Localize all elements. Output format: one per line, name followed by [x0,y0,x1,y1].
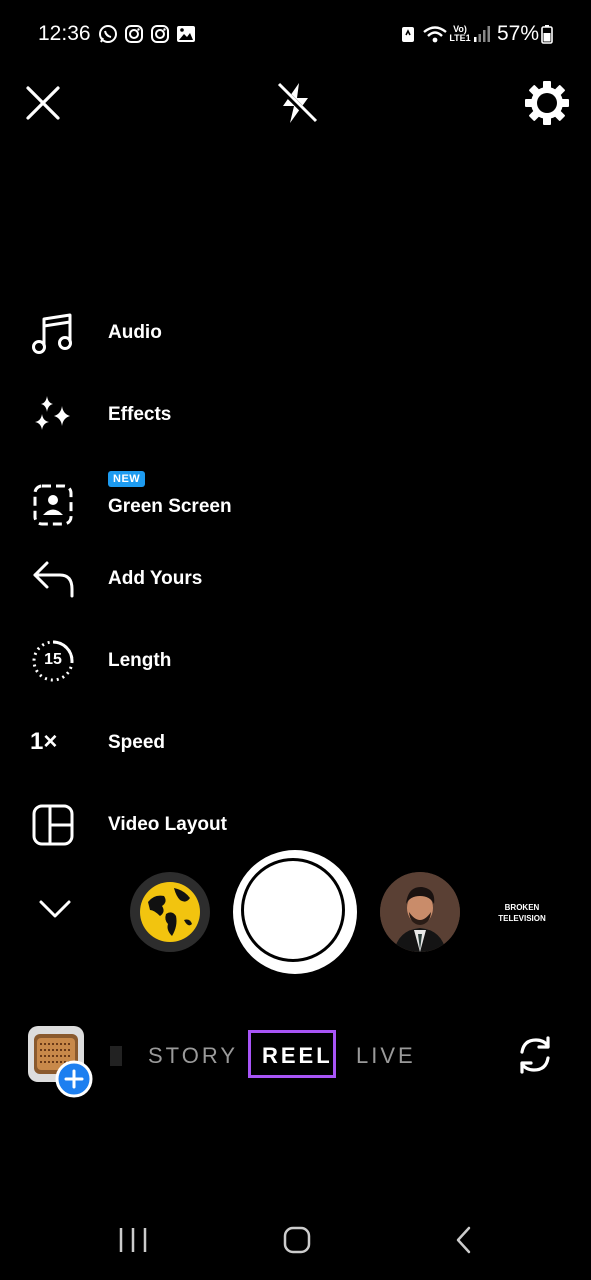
wifi-icon [423,26,447,43]
flip-camera-icon[interactable] [514,1034,556,1076]
gallery-icon [177,26,195,42]
add-plus-icon[interactable] [55,1060,93,1098]
menu-label-effects: Effects [108,404,172,425]
menu-item-add-yours[interactable]: Add Yours [0,549,300,609]
globe-icon [140,882,200,942]
effect-person-thumbnail[interactable] [380,872,460,952]
mode-reel[interactable]: REEL [262,1042,333,1070]
battery-saver-icon [402,27,414,42]
recent-apps-icon[interactable] [113,1220,153,1260]
network-type: Vo) LTE1 [449,24,471,43]
mode-post-fragment[interactable] [110,1046,122,1066]
green-screen-icon [33,484,73,526]
chevron-down-icon[interactable] [34,888,76,930]
menu-label-add-yours: Add Yours [108,568,203,589]
menu-item-length[interactable]: 15 Length [0,631,300,691]
instagram-icon [151,25,169,43]
menu-label-length: Length [108,650,172,671]
menu-item-effects[interactable]: Effects [0,385,300,445]
flash-off-icon[interactable] [273,80,319,126]
mode-live[interactable]: LIVE [356,1042,416,1070]
menu-item-video-layout[interactable]: Video Layout [0,795,300,855]
shutter-inner-ring [241,858,345,962]
effect-broken-tv-thumbnail[interactable]: BROKEN TELEVISION [490,872,554,952]
music-note-icon [32,313,72,354]
menu-label-video-layout: Video Layout [108,814,227,835]
settings-icon[interactable] [524,80,570,126]
battery-percent: 57% [497,22,540,45]
menu-item-audio[interactable]: Audio [0,303,300,363]
menu-item-speed[interactable]: 1× Speed [0,713,300,773]
signal-icon [474,26,490,42]
speed-value: 1× [30,728,58,755]
whatsapp-icon [99,25,117,43]
close-icon[interactable] [20,80,66,126]
menu-label-audio: Audio [108,322,162,343]
length-value: 15 [44,651,62,668]
reply-arrow-icon [33,561,74,598]
status-time: 12:36 [38,22,91,45]
layout-grid-icon [32,804,74,846]
menu-label-speed: Speed [108,732,166,753]
menu-label-green-screen: Green Screen [108,496,232,517]
menu-item-green-screen[interactable]: NEW Green Screen [0,471,300,535]
sparkles-icon [35,396,70,430]
broken-tv-label: BROKEN TELEVISION [498,903,546,923]
mode-story[interactable]: STORY [148,1042,238,1070]
home-icon[interactable] [277,1220,317,1260]
new-badge: NEW [108,471,146,487]
battery-icon [541,25,553,44]
back-icon[interactable] [444,1220,484,1260]
effect-globe-thumbnail[interactable] [130,872,210,952]
instagram-icon [125,25,143,43]
person-avatar-icon [380,872,460,952]
